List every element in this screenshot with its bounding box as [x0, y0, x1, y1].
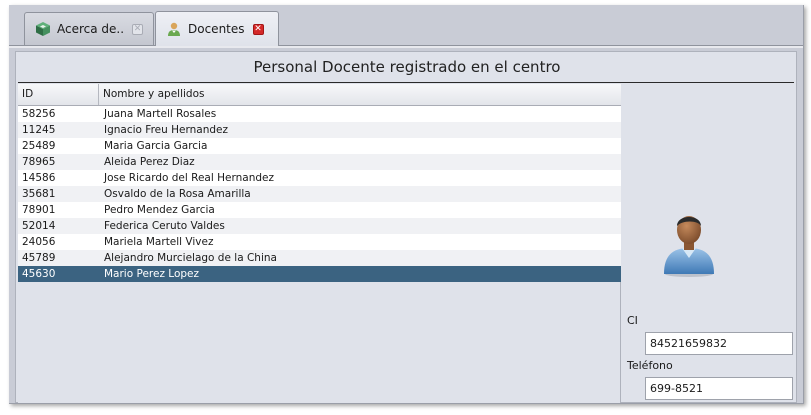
- close-icon[interactable]: ✕: [132, 23, 144, 35]
- table-body: 58256 Juana Martell Rosales 11245 Ignaci…: [18, 106, 621, 282]
- title-divider: [18, 82, 794, 83]
- table-row[interactable]: 14586 Jose Ricardo del Real Hernandez: [18, 170, 621, 186]
- cell-id: 24056: [22, 236, 56, 248]
- column-header-id[interactable]: ID: [18, 84, 99, 105]
- docentes-table[interactable]: ID Nombre y apellidos 58256 Juana Martel…: [18, 84, 621, 403]
- table-row-selected[interactable]: 45630 Mario Perez Lopez: [18, 266, 621, 282]
- detail-panel: CI 84521659832 Teléfono 699-8521: [624, 84, 796, 403]
- cell-id: 45789: [22, 252, 56, 264]
- main-window: Acerca de.. ✕ Docentes ✕ Personal Docent…: [9, 5, 804, 404]
- close-icon[interactable]: ✕: [252, 23, 264, 35]
- ci-field[interactable]: 84521659832: [645, 332, 793, 355]
- phone-field[interactable]: 699-8521: [645, 377, 793, 400]
- cell-name: Mario Perez Lopez: [104, 268, 200, 280]
- cell-name: Aleida Perez Diaz: [104, 156, 195, 168]
- cell-name: Alejandro Murcielago de la China: [104, 252, 277, 264]
- table-header: ID Nombre y apellidos: [18, 84, 621, 106]
- tab-label: Docentes: [188, 22, 245, 36]
- cell-name: Federica Ceruto Valdes: [104, 220, 225, 232]
- docentes-panel: Personal Docente registrado en el centro…: [15, 51, 797, 403]
- table-row[interactable]: 78965 Aleida Perez Diaz: [18, 154, 621, 170]
- cell-name: Mariela Martell Vivez: [104, 236, 214, 248]
- table-row[interactable]: 24056 Mariela Martell Vivez: [18, 234, 621, 250]
- cell-id: 52014: [22, 220, 56, 232]
- cell-id: 58256: [22, 108, 56, 120]
- tab-bar: Acerca de.. ✕ Docentes ✕: [9, 5, 803, 46]
- table-row[interactable]: 25489 Maria Garcia Garcia: [18, 138, 621, 154]
- cell-id: 11245: [22, 124, 56, 136]
- table-row[interactable]: 11245 Ignacio Freu Hernandez: [18, 122, 621, 138]
- page-title: Personal Docente registrado en el centro: [253, 58, 561, 76]
- cell-id: 78901: [22, 204, 56, 216]
- cell-id: 78965: [22, 156, 56, 168]
- cell-id: 35681: [22, 188, 56, 200]
- column-header-name[interactable]: Nombre y apellidos: [99, 84, 621, 105]
- table-row[interactable]: 52014 Federica Ceruto Valdes: [18, 218, 621, 234]
- tab-label: Acerca de..: [57, 22, 125, 36]
- cell-id: 45630: [22, 268, 56, 280]
- table-row[interactable]: 35681 Osvaldo de la Rosa Amarilla: [18, 186, 621, 202]
- cube-icon: [35, 21, 51, 37]
- cell-id: 14586: [22, 172, 56, 184]
- tab-separator: [9, 45, 803, 48]
- cell-name: Ignacio Freu Hernandez: [104, 124, 228, 136]
- cell-name: Pedro Mendez Garcia: [104, 204, 215, 216]
- tab-docentes[interactable]: Docentes ✕: [155, 11, 279, 46]
- ci-label: CI: [627, 314, 638, 327]
- cell-name: Maria Garcia Garcia: [104, 140, 208, 152]
- cell-name: Jose Ricardo del Real Hernandez: [104, 172, 274, 184]
- table-row[interactable]: 45789 Alejandro Murcielago de la China: [18, 250, 621, 266]
- cell-name: Osvaldo de la Rosa Amarilla: [104, 188, 251, 200]
- phone-label: Teléfono: [627, 359, 673, 372]
- table-row[interactable]: 78901 Pedro Mendez Garcia: [18, 202, 621, 218]
- user-avatar-icon: [658, 208, 720, 278]
- teacher-user-icon: [166, 21, 182, 37]
- table-row[interactable]: 58256 Juana Martell Rosales: [18, 106, 621, 122]
- cell-id: 25489: [22, 140, 56, 152]
- tab-acerca-de[interactable]: Acerca de.. ✕: [24, 12, 154, 45]
- cell-name: Juana Martell Rosales: [104, 108, 217, 120]
